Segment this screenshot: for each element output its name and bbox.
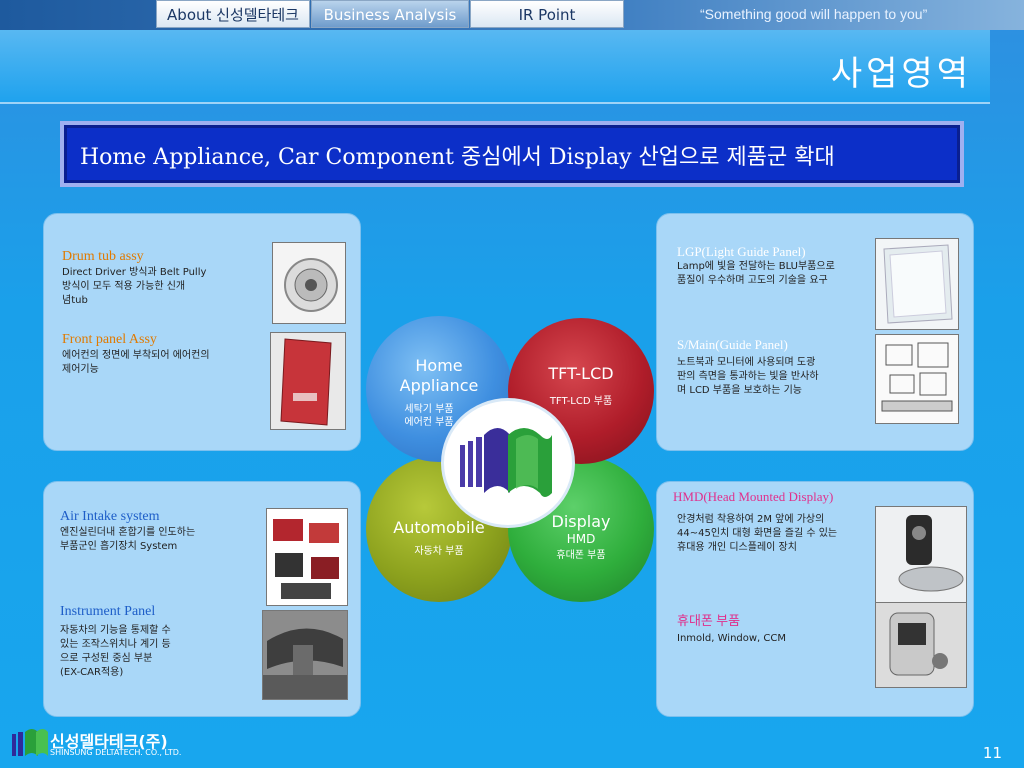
front-panel-image: [271, 333, 345, 429]
photo-front-panel: [270, 332, 346, 430]
panel-automobile: Air Intake system 엔진실린더내 혼합기를 인도하는 부품군인 …: [43, 481, 361, 717]
page-number: 11: [982, 744, 1002, 762]
instrument-panel-image: [263, 611, 347, 699]
desc-line: 으로 구성된 중심 부분: [60, 653, 153, 664]
desc-line: 노트북과 모니터에 사용되며 도광: [677, 357, 816, 368]
desc-line: 에어컨의 정면에 부착되어 에어컨의: [62, 350, 210, 361]
item-desc-instrument-panel: 자동차의 기능을 통제할 수 있는 조작스위치나 계기 등 으로 구성된 중심 …: [60, 624, 260, 680]
photo-drum-tub: [272, 242, 346, 324]
item-title-s-main: S/Main(Guide Panel): [677, 337, 788, 352]
photo-air-intake: [266, 508, 348, 606]
s-main-image: [876, 335, 958, 423]
item-title-phone-parts: 휴대폰 부품: [677, 613, 741, 628]
slogan-text: “Something good will happen to you”: [700, 6, 928, 22]
page-title: 사업영역: [830, 54, 972, 94]
footer-logo-icon: [12, 729, 48, 756]
footer-company-sub: SHINSUNG DELTATECH. CO., LTD.: [50, 748, 182, 757]
photo-instrument-panel: [262, 610, 348, 700]
panel-display: HMD(Head Mounted Display) 안경처럼 착용하여 2M 앞…: [656, 481, 974, 717]
circle-display-sub: 휴대폰 부품: [556, 550, 606, 561]
tab-about[interactable]: About 신성델타테크: [156, 0, 310, 28]
item-desc-drum-tub: Direct Driver 방식과 Belt Pully 방식이 모두 적용 가…: [62, 266, 262, 308]
desc-line: Direct Driver 방식과 Belt Pully: [62, 267, 207, 278]
panel-tft-lcd: LGP(Light Guide Panel) Lamp에 빛을 전달하는 BLU…: [656, 213, 974, 451]
desc-line: Inmold, Window, CCM: [677, 633, 787, 644]
desc-line: 44~45인치 대형 화면을 즐길 수 있는: [677, 528, 838, 539]
desc-line: 판의 측면을 통과하는 빛을 반사하: [677, 371, 819, 382]
hmd-image: [876, 507, 966, 603]
item-title-hmd: HMD(Head Mounted Display): [673, 489, 834, 504]
item-title-instrument-panel: Instrument Panel: [60, 604, 156, 619]
desc-line: 제어기능: [62, 364, 99, 375]
headline-banner: Home Appliance, Car Component 중심에서 Displ…: [60, 121, 964, 187]
desc-line: (EX-CAR적용): [60, 667, 124, 678]
item-desc-air-intake: 엔진실린더내 혼합기를 인도하는 부품군인 흡기장치 System: [60, 526, 260, 554]
circle-home-title1: Home: [415, 356, 463, 375]
desc-line: 부품군인 흡기장치 System: [60, 541, 178, 552]
desc-line: 품질이 우수하며 고도의 기술을 요구: [677, 275, 828, 286]
item-title-lgp: LGP(Light Guide Panel): [677, 244, 806, 259]
photo-s-main: [875, 334, 959, 424]
item-desc-phone-parts: Inmold, Window, CCM: [677, 632, 877, 646]
circle-home-title2: Appliance: [399, 376, 479, 395]
lgp-image: [876, 239, 958, 329]
item-desc-hmd: 안경처럼 착용하여 2M 앞에 가상의 44~45인치 대형 화면을 즐길 수 …: [677, 513, 887, 555]
item-desc-lgp: Lamp에 빛을 전달하는 BLU부품으로 품질이 우수하며 고도의 기술을 요…: [677, 260, 877, 288]
panel-home-appliance: Drum tub assy Direct Driver 방식과 Belt Pul…: [43, 213, 361, 451]
headline-text: Home Appliance, Car Component 중심에서 Displ…: [80, 145, 835, 170]
tab-ir-point[interactable]: IR Point: [470, 0, 624, 28]
circle-tft-title: TFT-LCD: [548, 364, 614, 383]
photo-lgp: [875, 238, 959, 330]
item-desc-s-main: 노트북과 모니터에 사용되며 도광 판의 측면을 통과하는 빛을 반사하 며 L…: [677, 356, 877, 398]
item-desc-front-panel: 에어컨의 정면에 부착되어 에어컨의 제어기능: [62, 349, 262, 377]
desc-line: 념tub: [62, 295, 88, 306]
desc-line: 엔진실린더내 혼합기를 인도하는: [60, 527, 196, 538]
item-title-air-intake: Air Intake system: [60, 509, 160, 524]
item-title-drum-tub: Drum tub assy: [62, 249, 144, 264]
desc-line: 방식이 모두 적용 가능한 신개: [62, 281, 186, 292]
item-title-front-panel: Front panel Assy: [62, 332, 157, 347]
desc-line: 안경처럼 착용하여 2M 앞에 가상의: [677, 514, 825, 525]
desc-line: 있는 조작스위치나 계기 등: [60, 639, 171, 650]
phone-parts-image: [876, 603, 966, 687]
desc-line: 며 LCD 부품을 보호하는 기능: [677, 385, 802, 396]
photo-hmd: [875, 506, 967, 604]
footer-logo: [10, 726, 50, 760]
circle-automobile-sub: 자동차 부품: [414, 546, 464, 557]
desc-line: 자동차의 기능을 통제할 수: [60, 625, 171, 636]
tab-business-analysis[interactable]: Business Analysis: [311, 0, 469, 28]
air-intake-image: [267, 509, 347, 605]
photo-phone-parts: [875, 602, 967, 688]
desc-line: 휴대용 개인 디스플레이 장치: [677, 542, 797, 553]
company-logo-icon: [460, 428, 552, 497]
desc-line: Lamp에 빛을 전달하는 BLU부품으로: [677, 261, 835, 272]
drum-tub-image: [273, 243, 345, 323]
center-logo-circle: [441, 398, 575, 528]
circle-display-title2: HMD: [566, 532, 596, 546]
